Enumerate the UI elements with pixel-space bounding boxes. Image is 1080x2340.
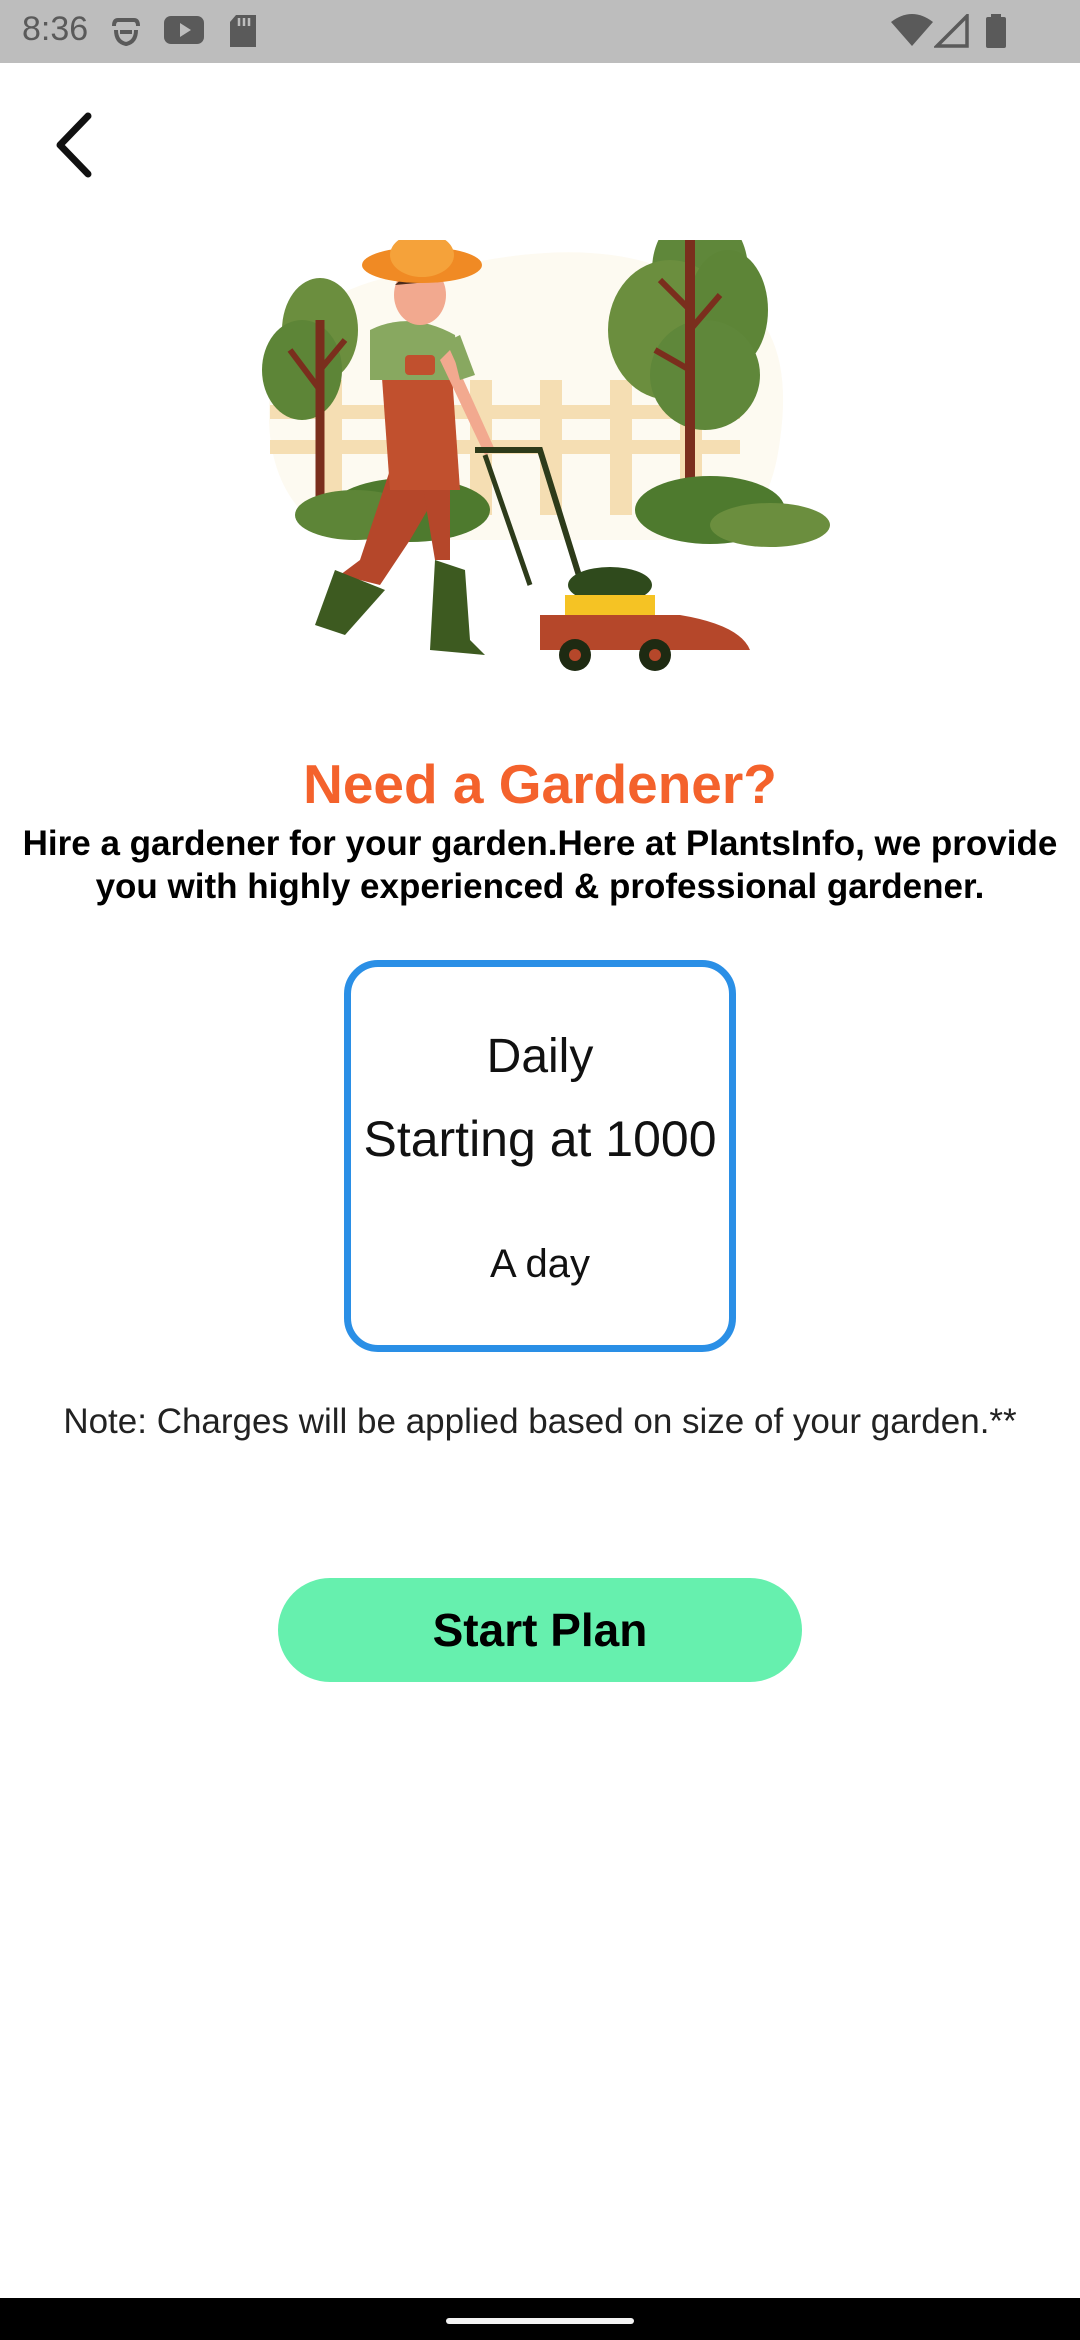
plan-card-daily[interactable]: Daily Starting at 1000 A day bbox=[344, 960, 736, 1352]
start-plan-button[interactable]: Start Plan bbox=[278, 1578, 802, 1682]
home-gesture-handle[interactable] bbox=[446, 2318, 634, 2324]
back-button[interactable] bbox=[40, 100, 110, 190]
page-description: Hire a gardener for your garden.Here at … bbox=[22, 824, 1058, 906]
plan-unit: A day bbox=[489, 1242, 591, 1286]
status-time: 8:36 bbox=[22, 10, 89, 48]
gardener-illustration bbox=[262, 240, 830, 671]
status-bar: 8:36 bbox=[0, 0, 1080, 63]
plan-price: Starting at 1000 bbox=[363, 1111, 717, 1167]
youtube-icon bbox=[164, 16, 204, 44]
plan-name: Daily bbox=[486, 1030, 594, 1083]
auth-icon bbox=[112, 18, 140, 47]
signal-icon bbox=[934, 14, 969, 48]
sd-card-icon bbox=[230, 15, 256, 47]
page-title: Need a Gardener? bbox=[303, 753, 777, 815]
battery-icon bbox=[986, 14, 1006, 48]
chevron-left-icon bbox=[56, 112, 92, 178]
pricing-note: Note: Charges will be applied based on s… bbox=[63, 1402, 1017, 1441]
wifi-icon bbox=[891, 14, 933, 46]
